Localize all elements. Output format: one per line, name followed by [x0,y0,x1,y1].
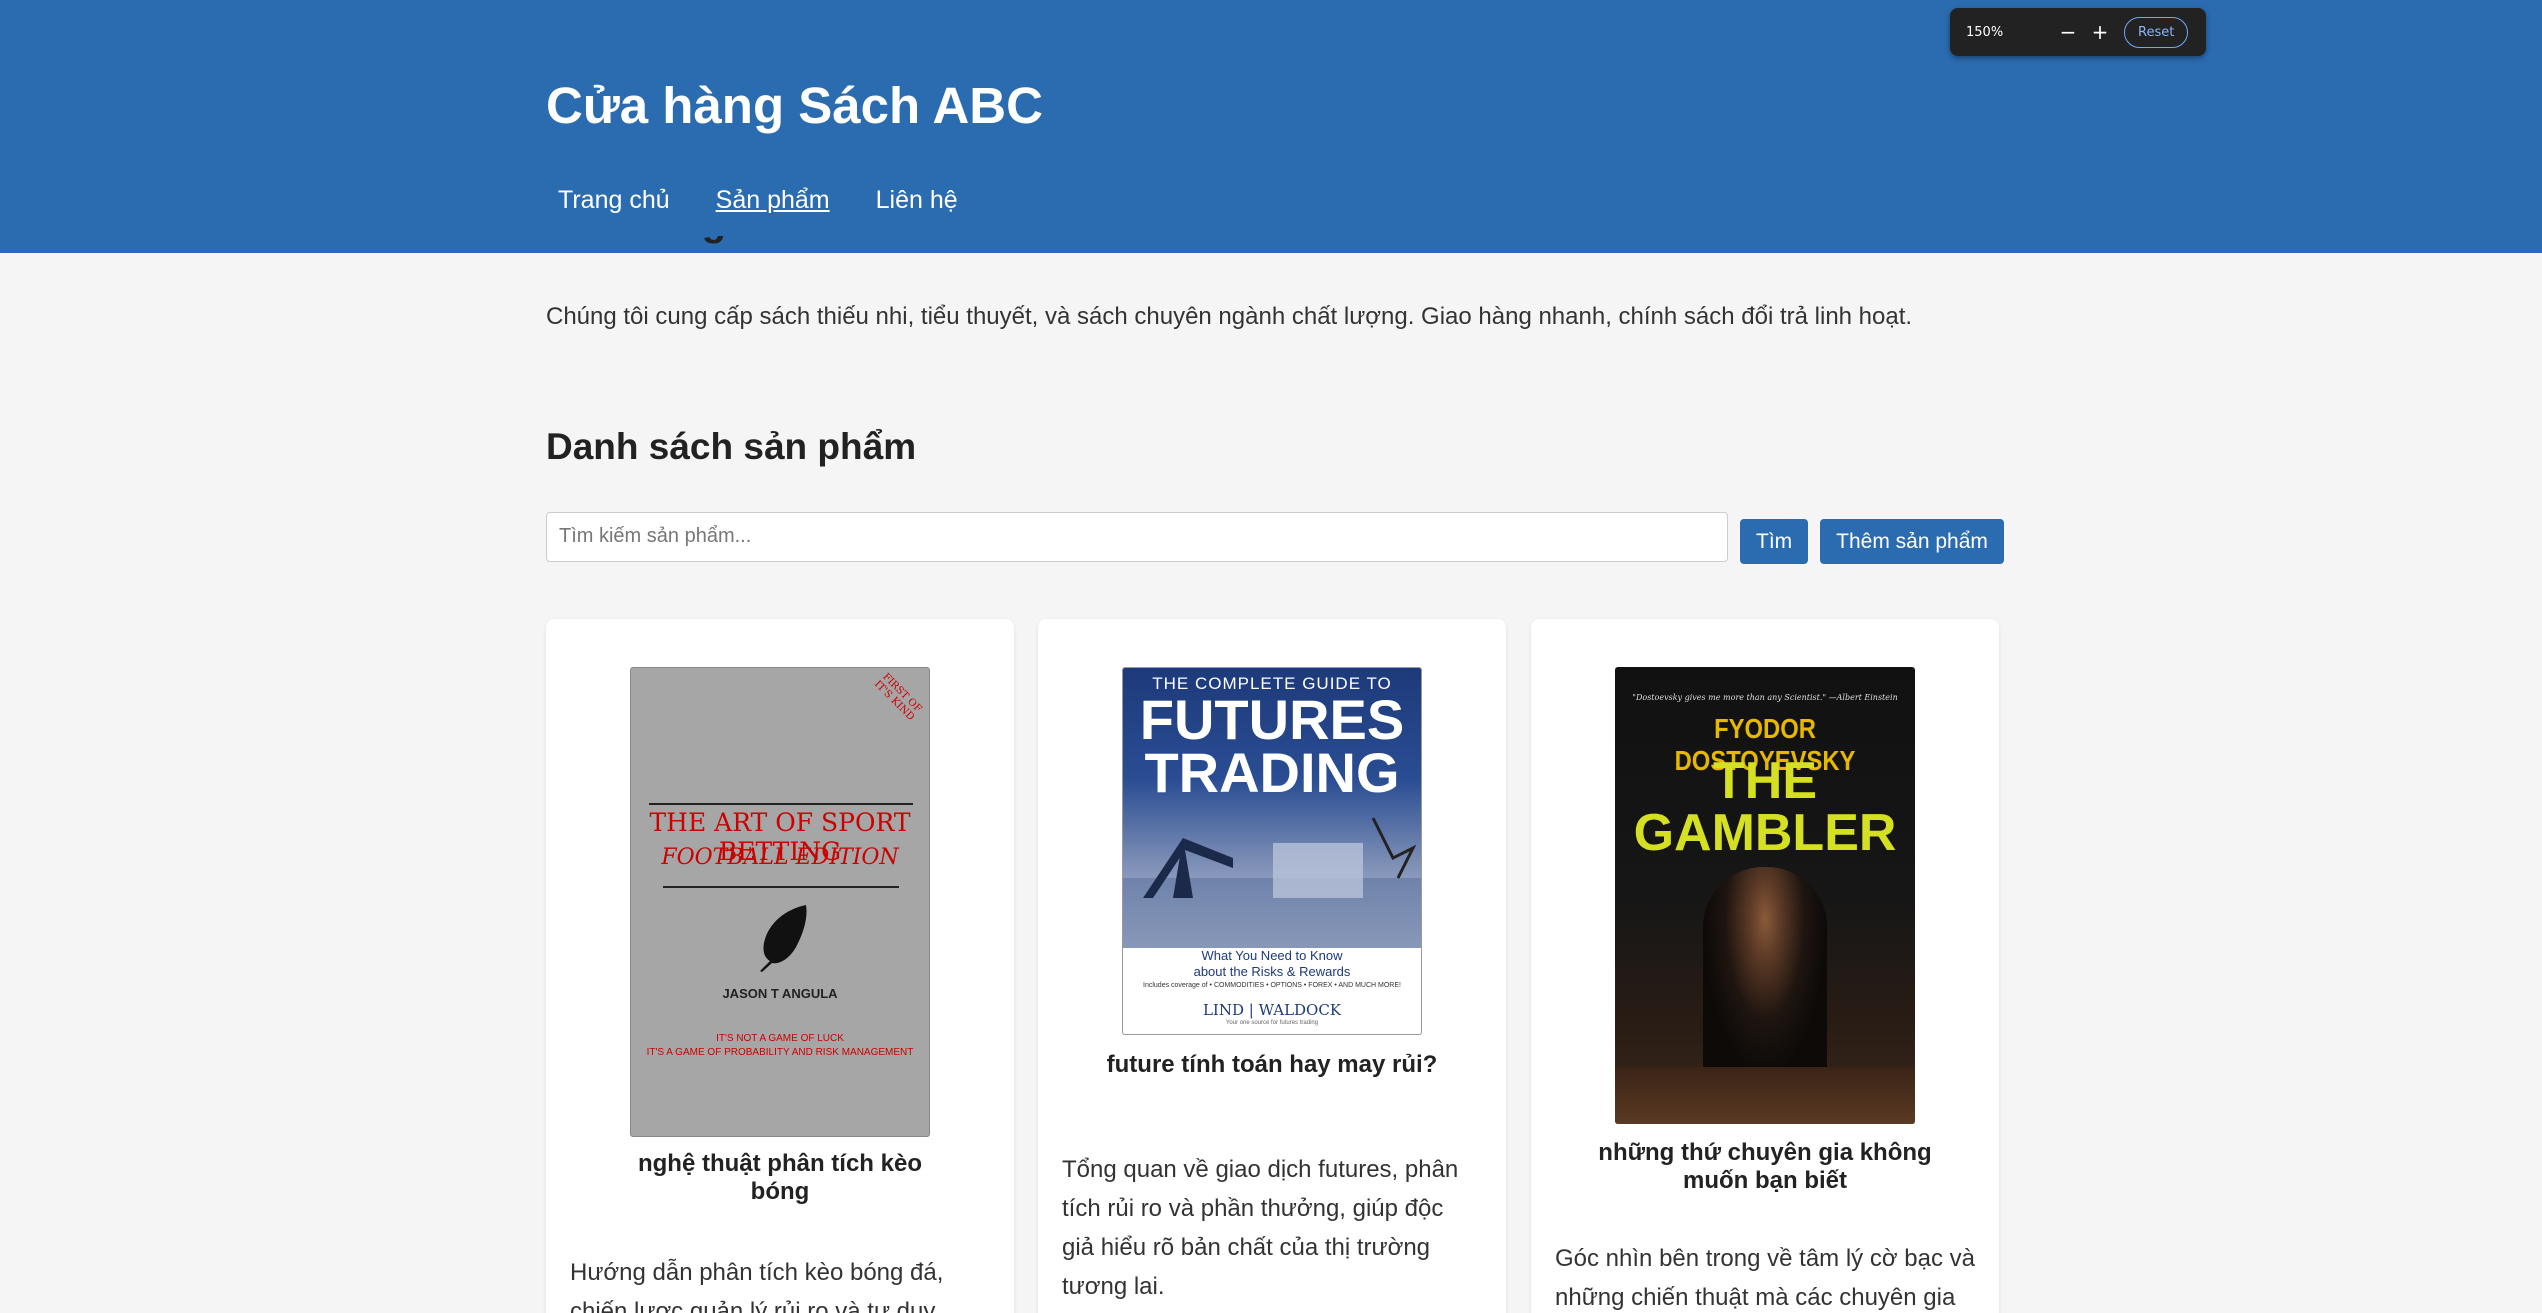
cover-portrait-artwork [1703,867,1827,1077]
zoom-level: 150% [1966,24,2004,40]
cover-tagline-2: IT'S A GAME OF PROBABILITY AND RISK MANA… [646,1047,914,1058]
cover-tagline-2: about the Risks & Rewards [1193,964,1351,979]
product-card[interactable]: THE COMPLETE GUIDE TO FUTURES TRADING Wh… [1038,619,1506,1313]
cover-title-line1: FUTURES [1139,688,1405,751]
search-input[interactable] [546,511,1728,562]
cover-title-line2: GAMBLER [1633,804,1897,862]
add-product-button[interactable]: Thêm sản phẩm [1820,519,2004,564]
zoom-in-button[interactable]: + [2084,20,2116,44]
cover-rule [663,886,899,888]
zoom-popup: 150% − + Reset [1950,8,2206,56]
cover-publisher: LIND | WALDOCK [1202,1001,1342,1019]
nav-item-home[interactable]: Trang chủ [546,186,682,215]
cover-publisher-tagline: Your one source for futures trading [1225,1020,1319,1026]
cover-includes: Includes coverage of • COMMODITIES • OPT… [1143,982,1401,989]
cover-quote: "Dostoevsky gives me more than any Scien… [1632,693,1898,702]
cover-table-artwork [1615,1067,1915,1124]
main-nav: Trang chủ Sản phẩm Liên hệ [546,186,992,215]
book-cover-image: FIRST OF IT'S KIND THE ART OF SPORT BETT… [630,667,930,1137]
book-cover-image: THE COMPLETE GUIDE TO FUTURES TRADING Wh… [1122,667,1422,1035]
nav-item-contact[interactable]: Liên hệ [864,186,970,215]
product-description: Góc nhìn bên trong về tâm lý cờ bạc và n… [1555,1245,1975,1311]
search-row: Tìm Thêm sản phẩm [546,509,2004,564]
oil-derrick-artwork [1123,817,1421,948]
cover-artwork: THE COMPLETE GUIDE TO FUTURES TRADING [1123,668,1421,948]
zoom-out-button[interactable]: − [2052,20,2084,44]
cover-title-line2: FOOTBALL EDITION [661,845,899,870]
site-title: Cửa hàng Sách ABC [546,77,1043,134]
product-description: Hướng dẫn phân tích kèo bóng đá, chiến l… [570,1259,944,1313]
product-title[interactable]: những thứ chuyên gia không muốn bạn biết [1591,1139,1939,1195]
zoom-reset-button[interactable]: Reset [2124,16,2189,48]
product-card[interactable]: "Dostoevsky gives me more than any Scien… [1531,619,1999,1313]
nav-item-products[interactable]: Sản phẩm [704,186,842,215]
about-heading-partial: Về chúng tôi [546,236,1046,253]
cover-tagline-1: What You Need to Know [1201,948,1343,963]
cover-title-line2: TRADING [1144,741,1400,804]
cover-rule [649,803,913,805]
products-heading: Danh sách sản phẩm [546,426,917,467]
search-button[interactable]: Tìm [1740,519,1809,564]
product-card[interactable]: FIRST OF IT'S KIND THE ART OF SPORT BETT… [546,619,1014,1313]
cover-title-line1: THE [1713,752,1817,810]
cover-tagline-1: IT'S NOT A GAME OF LUCK [716,1033,844,1044]
cover-author: JASON T ANGULA [722,986,838,1001]
product-title[interactable]: future tính toán hay may rủi? [1098,1051,1446,1079]
feather-icon [760,905,807,972]
book-cover-image: "Dostoevsky gives me more than any Scien… [1615,667,1915,1124]
product-title[interactable]: nghệ thuật phân tích kèo bóng [606,1150,954,1206]
product-description: Tổng quan về giao dịch futures, phân tíc… [1062,1156,1459,1300]
intro-text: Chúng tôi cung cấp sách thiếu nhi, tiểu … [546,303,1913,330]
